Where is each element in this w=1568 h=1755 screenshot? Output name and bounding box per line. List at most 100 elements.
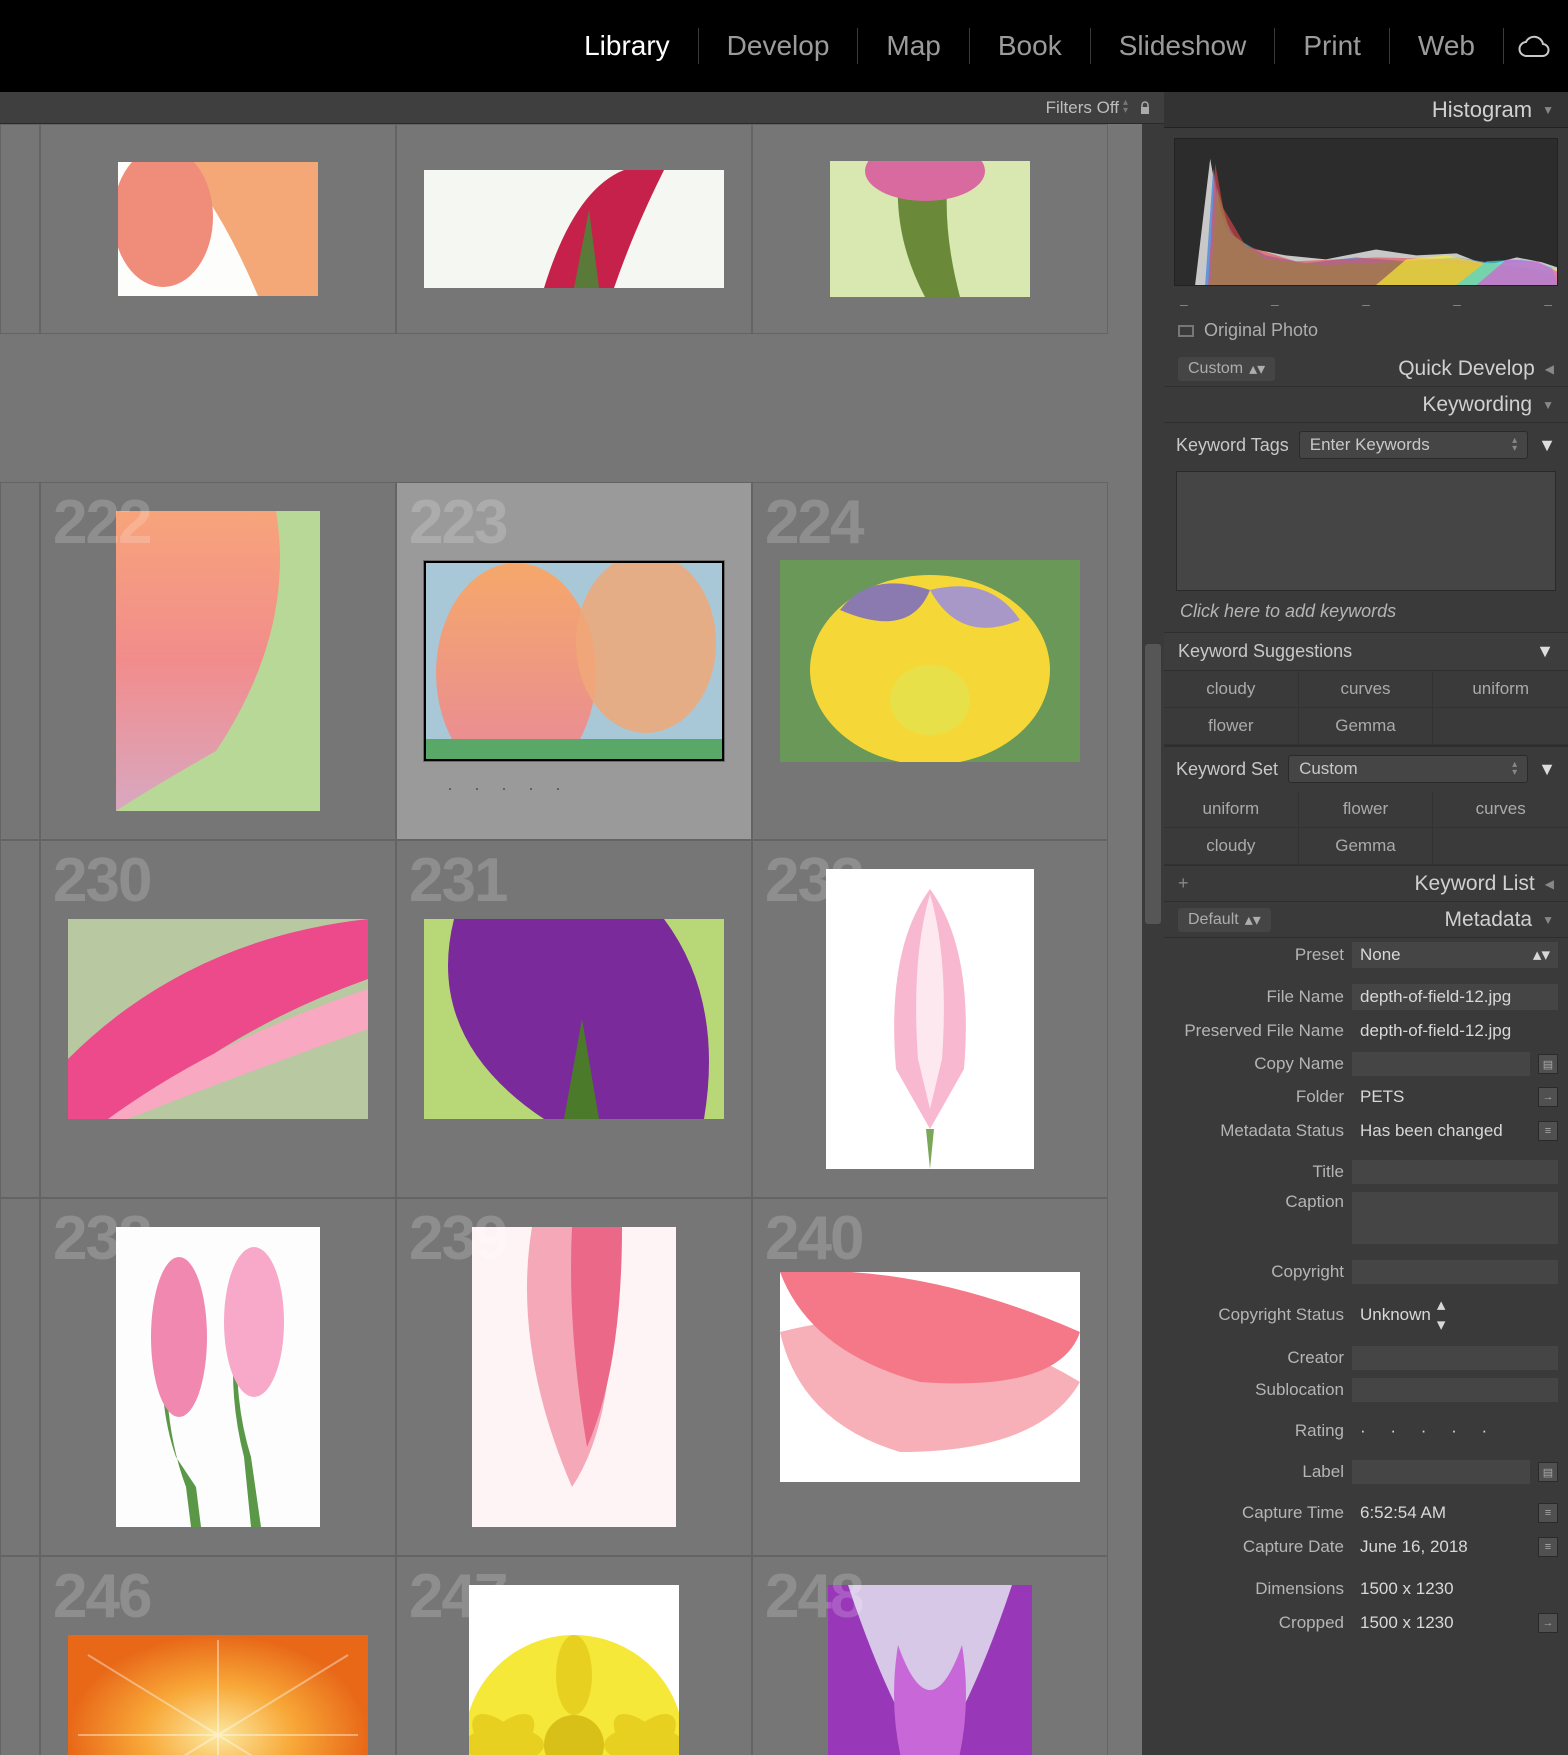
grid-cell[interactable] <box>396 124 752 334</box>
keyword-set-item[interactable]: Gemma <box>1299 828 1434 865</box>
keyword-suggestion[interactable]: curves <box>1299 671 1434 708</box>
resolve-conflict-icon[interactable]: ≡ <box>1538 1121 1558 1141</box>
meta-label: Dimensions <box>1174 1579 1344 1599</box>
grid-cell[interactable] <box>0 1556 40 1755</box>
cloud-sync-icon[interactable] <box>1518 35 1550 57</box>
grid-scrollbar-thumb[interactable] <box>1145 644 1161 924</box>
grid-cell[interactable]: 240 <box>752 1198 1108 1556</box>
panel-header-keyword-list[interactable]: + Keyword List ◀ <box>1164 866 1568 902</box>
meta-label: Copy Name <box>1174 1054 1344 1074</box>
cell-index: 231 <box>409 845 506 916</box>
thumbnail <box>68 1635 368 1755</box>
lock-icon[interactable] <box>1138 101 1152 115</box>
keyword-set-item[interactable]: uniform <box>1164 791 1299 828</box>
meta-value-copyright[interactable] <box>1352 1260 1558 1284</box>
grid-cell[interactable] <box>40 124 396 334</box>
metadata-mode-select[interactable]: Default▴▾ <box>1178 908 1271 932</box>
grid-cell[interactable] <box>0 124 40 334</box>
meta-action-icon[interactable]: ≡ <box>1538 1503 1558 1523</box>
cell-index: 248 <box>765 1561 862 1632</box>
module-picker: Library Develop Map Book Slideshow Print… <box>0 0 1568 92</box>
panel-header-histogram[interactable]: Histogram ▼ <box>1164 92 1568 128</box>
disclosure-icon[interactable]: ▼ <box>1538 435 1556 456</box>
grid-cell[interactable]: 247 <box>396 1556 752 1755</box>
meta-action-icon[interactable]: ▤ <box>1538 1462 1558 1482</box>
keyword-suggestion[interactable]: uniform <box>1433 671 1568 708</box>
meta-value-filename[interactable]: depth-of-field-12.jpg <box>1352 984 1558 1010</box>
thumbnail <box>424 170 724 288</box>
keyword-set-grid: uniform flower curves cloudy Gemma <box>1164 791 1568 866</box>
meta-action-icon[interactable]: ▤ <box>1538 1054 1558 1074</box>
crop-icon <box>1178 325 1194 337</box>
keyword-set-item[interactable]: curves <box>1433 791 1568 828</box>
nav-book[interactable]: Book <box>970 30 1090 62</box>
meta-value-label[interactable] <box>1352 1460 1530 1484</box>
grid-cell[interactable] <box>0 482 40 840</box>
disclosure-icon: ◀ <box>1545 877 1554 891</box>
goto-folder-icon[interactable]: → <box>1538 1087 1558 1107</box>
keyword-set-item[interactable] <box>1433 828 1568 865</box>
grid-cell[interactable]: 222 <box>40 482 396 840</box>
keyword-list-title: Keyword List <box>1415 872 1535 896</box>
grid-cell[interactable]: 239 <box>396 1198 752 1556</box>
meta-value-caption[interactable] <box>1352 1192 1558 1244</box>
keyword-suggestions-header[interactable]: Keyword Suggestions▼ <box>1164 632 1568 671</box>
meta-value-preset[interactable]: None▴▾ <box>1352 942 1558 968</box>
keyword-suggestion[interactable]: cloudy <box>1164 671 1299 708</box>
meta-value-copyname[interactable] <box>1352 1052 1530 1076</box>
meta-action-icon[interactable]: ≡ <box>1538 1537 1558 1557</box>
histogram-chart[interactable] <box>1174 138 1558 286</box>
grid-cell[interactable]: 248 <box>752 1556 1108 1755</box>
grid-cell[interactable]: 232 <box>752 840 1108 1198</box>
add-keyword-icon[interactable]: + <box>1178 873 1189 894</box>
meta-label: Label <box>1174 1462 1344 1482</box>
nav-map[interactable]: Map <box>858 30 968 62</box>
disclosure-icon: ▼ <box>1542 398 1554 412</box>
keyword-entry-hint[interactable]: Click here to add keywords <box>1164 595 1568 632</box>
nav-web[interactable]: Web <box>1390 30 1503 62</box>
disclosure-icon[interactable]: ▼ <box>1538 759 1556 780</box>
keyword-tags-textarea[interactable] <box>1176 471 1556 591</box>
keyword-suggestion[interactable]: flower <box>1164 708 1299 745</box>
keyword-set-label: Keyword Set <box>1176 759 1278 780</box>
quick-develop-preset[interactable]: Custom▴▾ <box>1178 357 1275 381</box>
cell-index: 240 <box>765 1203 862 1274</box>
keyword-set-item[interactable]: cloudy <box>1164 828 1299 865</box>
filters-toggle[interactable]: Filters Off▴▾ <box>1046 98 1128 118</box>
rating-dots[interactable]: · · · · · <box>447 778 569 799</box>
nav-library[interactable]: Library <box>556 30 698 62</box>
nav-develop[interactable]: Develop <box>699 30 858 62</box>
meta-value-sublocation[interactable] <box>1352 1378 1558 1402</box>
nav-print[interactable]: Print <box>1275 30 1389 62</box>
panel-header-keywording[interactable]: Keywording ▼ <box>1164 387 1568 423</box>
meta-value-rating[interactable]: · · · · · <box>1352 1418 1558 1444</box>
keyword-suggestion[interactable]: Gemma <box>1299 708 1434 745</box>
grid-cell[interactable] <box>0 840 40 1198</box>
keyword-set-select[interactable]: Custom▴▾ <box>1288 755 1528 783</box>
grid-cell[interactable]: 238 <box>40 1198 396 1556</box>
grid-scrollbar-track[interactable] <box>1142 124 1164 1755</box>
panel-header-metadata[interactable]: Default▴▾ Metadata ▼ <box>1164 902 1568 938</box>
grid-cell[interactable] <box>752 124 1108 334</box>
grid-cell[interactable]: 224 <box>752 482 1108 840</box>
meta-value-title[interactable] <box>1352 1160 1558 1184</box>
meta-value: June 16, 2018 <box>1352 1534 1530 1560</box>
meta-label: Capture Time <box>1174 1503 1344 1523</box>
grid-cell[interactable] <box>0 1198 40 1556</box>
meta-value-creator[interactable] <box>1352 1346 1558 1370</box>
cell-index: 224 <box>765 487 862 558</box>
keyword-tags-select[interactable]: Enter Keywords▴▾ <box>1299 431 1528 459</box>
filters-bar: Filters Off▴▾ <box>0 92 1164 124</box>
nav-slideshow[interactable]: Slideshow <box>1091 30 1275 62</box>
grid-cell[interactable]: 246 <box>40 1556 396 1755</box>
grid-cell-selected[interactable]: 223 · · · · · <box>396 482 752 840</box>
thumbnail <box>118 162 318 296</box>
meta-action-icon[interactable]: → <box>1538 1613 1558 1633</box>
keyword-suggestion[interactable] <box>1433 708 1568 745</box>
meta-label: Rating <box>1174 1421 1344 1441</box>
keyword-set-item[interactable]: flower <box>1299 791 1434 828</box>
grid-cell[interactable]: 230 <box>40 840 396 1198</box>
meta-value-copyright-status[interactable]: Unknown ▴▾ <box>1352 1292 1558 1338</box>
panel-header-quick-develop[interactable]: Custom▴▾ Quick Develop ◀ <box>1164 351 1568 387</box>
grid-cell[interactable]: 231 <box>396 840 752 1198</box>
